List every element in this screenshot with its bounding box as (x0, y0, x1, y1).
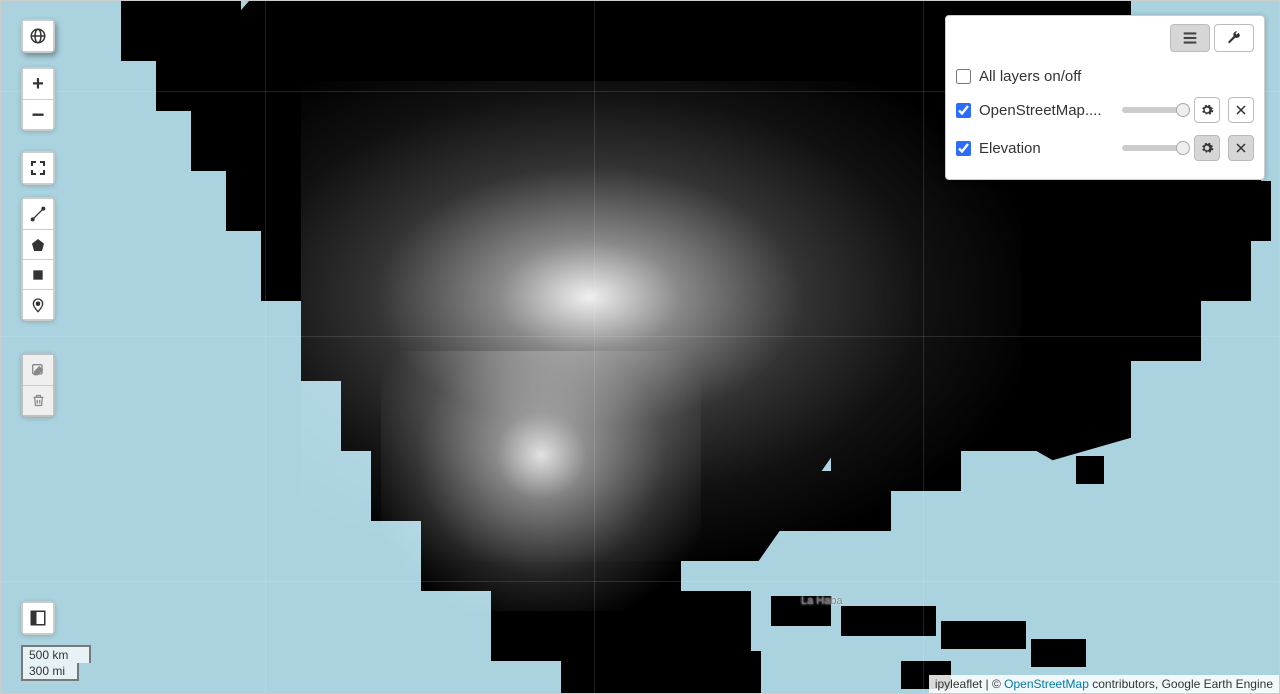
draw-toolbar (21, 197, 55, 321)
gear-icon (1200, 103, 1214, 117)
all-layers-row: All layers on/off (956, 62, 1254, 91)
layer-settings-osm[interactable] (1194, 97, 1220, 123)
osm-link[interactable]: OpenStreetMap (1004, 677, 1089, 691)
draw-rectangle-button[interactable] (23, 259, 53, 289)
attribution: ipyleaflet | © OpenStreetMap contributor… (929, 675, 1279, 693)
edit-toolbar (21, 353, 55, 417)
legend-icon (23, 603, 53, 633)
layer-name-osm: OpenStreetMap.... (979, 102, 1114, 119)
draw-polygon-button[interactable] (23, 229, 53, 259)
draw-line-button[interactable] (23, 199, 53, 229)
layer-checkbox-osm[interactable] (956, 103, 971, 118)
layers-tab[interactable] (1170, 24, 1210, 52)
layer-settings-elevation[interactable] (1194, 135, 1220, 161)
layer-panel: All layers on/off OpenStreetMap.... Elev… (945, 15, 1265, 180)
layers-icon (1181, 31, 1199, 45)
map-container[interactable]: La Haba + − (0, 0, 1280, 694)
layer-row: OpenStreetMap.... (956, 91, 1254, 129)
zoom-out-button[interactable]: − (23, 99, 53, 129)
opacity-slider-elevation[interactable] (1122, 145, 1186, 151)
layer-row: Elevation (956, 129, 1254, 167)
wrench-icon (1226, 30, 1242, 46)
zoom-in-button[interactable]: + (23, 69, 53, 99)
attribution-suffix: contributors, Google Earth Engine (1089, 677, 1273, 691)
edit-layers-button[interactable] (23, 355, 53, 385)
layer-remove-osm[interactable] (1228, 97, 1254, 123)
all-layers-label: All layers on/off (979, 68, 1254, 85)
map-label-la-habana: La Haba (801, 595, 843, 607)
attribution-prefix: ipyleaflet | © (935, 677, 1004, 691)
delete-layers-button[interactable] (23, 385, 53, 415)
close-icon (1235, 104, 1247, 116)
layer-checkbox-elevation[interactable] (956, 141, 971, 156)
legend-toggle[interactable] (21, 601, 55, 635)
all-layers-checkbox[interactable] (956, 69, 971, 84)
layer-name-elevation: Elevation (979, 140, 1114, 157)
close-icon (1235, 142, 1247, 154)
layer-remove-elevation[interactable] (1228, 135, 1254, 161)
globe-icon (23, 21, 53, 51)
search-control[interactable] (21, 19, 55, 53)
draw-marker-button[interactable] (23, 289, 53, 319)
scale-km: 500 km (21, 645, 91, 663)
fullscreen-control[interactable] (21, 151, 55, 185)
zoom-control: + − (21, 67, 55, 131)
opacity-slider-osm[interactable] (1122, 107, 1186, 113)
fullscreen-icon (23, 153, 53, 183)
scale-control: 500 km 300 mi (21, 645, 91, 681)
tools-tab[interactable] (1214, 24, 1254, 52)
scale-mi: 300 mi (21, 663, 79, 681)
gear-icon (1200, 141, 1214, 155)
